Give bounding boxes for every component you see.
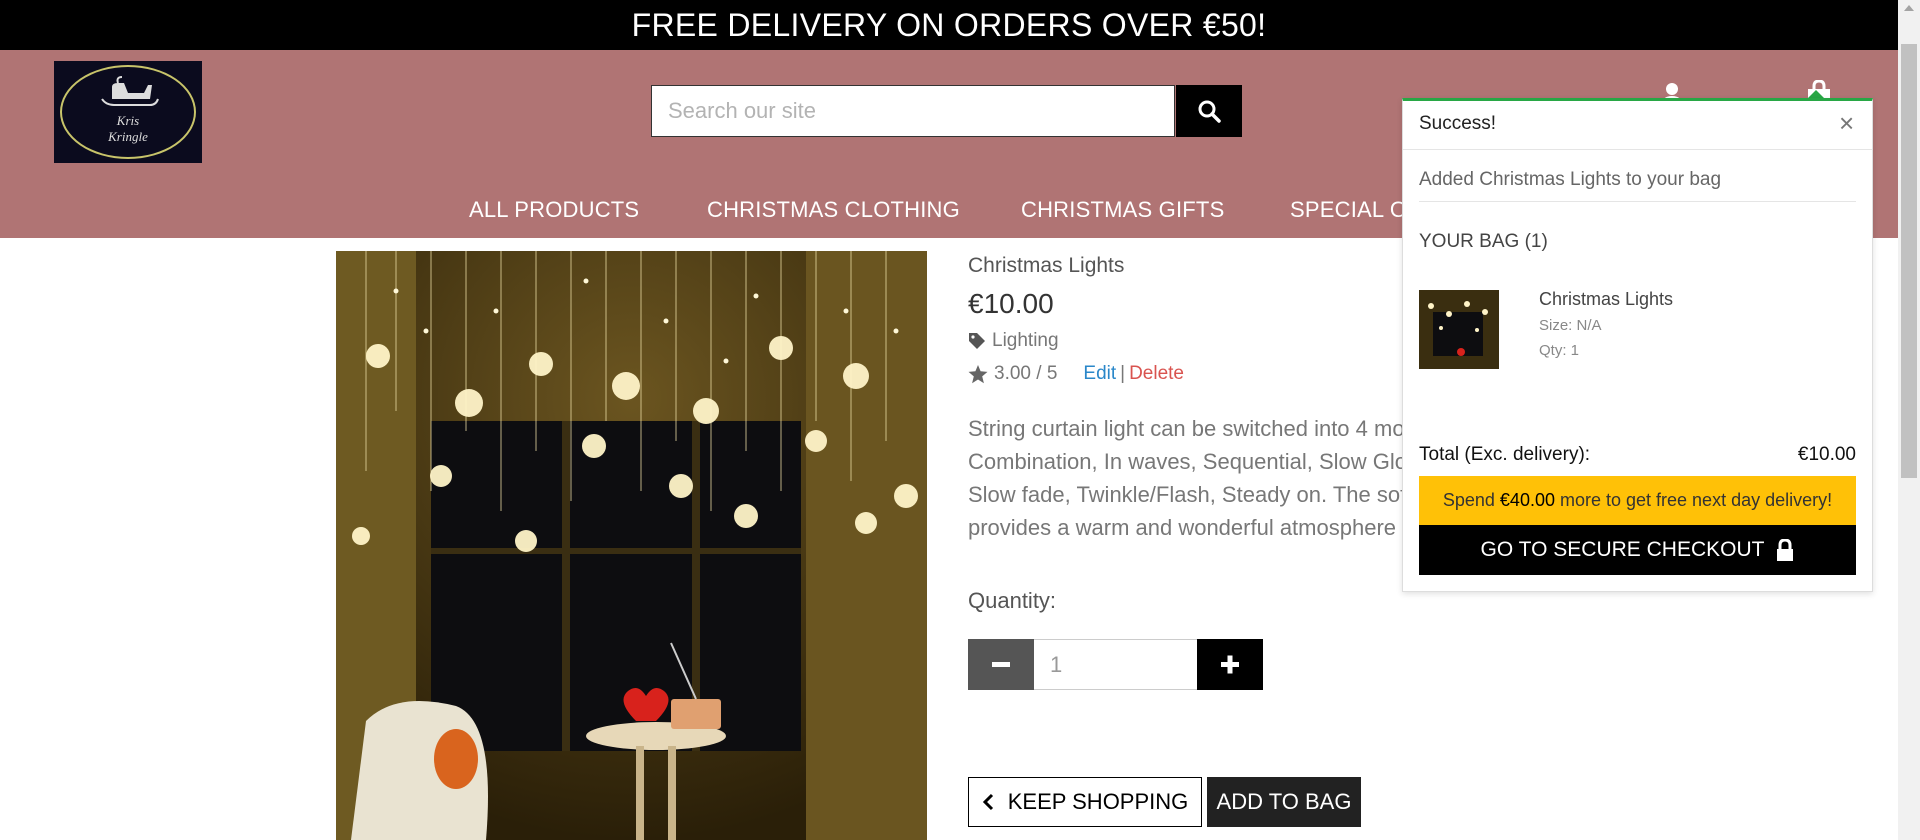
search-input[interactable] [652,86,1176,136]
product-category-label: Lighting [992,330,1059,351]
delivery-amount: €40.00 [1499,490,1555,510]
search-icon [1198,100,1221,123]
delivery-text-pre: Spend [1442,490,1495,510]
lock-icon [1777,539,1794,561]
link-separator: | [1120,363,1126,384]
free-delivery-banner: FREE DELIVERY ON ORDERS OVER €50! [0,0,1898,50]
free-delivery-notice: Spend €40.00 more to get free next day d… [1419,476,1856,525]
bag-item-thumbnail [1419,290,1499,369]
keep-shopping-label: KEEP SHOPPING [1007,789,1189,814]
scrollbar-thumb[interactable] [1901,44,1917,478]
keep-shopping-button[interactable]: KEEP SHOPPING [968,777,1202,827]
nav-item-christmas-clothing[interactable]: CHRISTMAS CLOTHING [707,190,960,230]
nav-item-all-products[interactable]: ALL PRODUCTS [469,190,639,230]
rating-value: 3.00 / 5 [994,363,1058,384]
scroll-up-arrow[interactable] [1904,5,1914,11]
bag-heading: YOUR BAG (1) [1419,231,1548,252]
chevron-left-icon [982,793,993,811]
decrement-quantity-button[interactable] [968,639,1034,690]
add-to-bag-button[interactable]: ADD TO BAG [1207,777,1361,827]
description-line: Combination, In waves, Sequential, Slow … [968,449,1428,474]
nav-item-christmas-gifts[interactable]: CHRISTMAS GIFTS [1021,190,1224,230]
quantity-label: Quantity: [968,588,1057,613]
description-line: provides a warm and wonderful atmosphere… [968,515,1421,540]
delete-product-link[interactable]: Delete [1129,363,1184,385]
secure-checkout-button[interactable]: GO TO SECURE CHECKOUT [1419,525,1856,575]
edit-product-link[interactable]: Edit [1083,363,1116,385]
logo-text-line2: Kringle [108,129,148,144]
site-logo[interactable]: Kris Kringle [54,61,202,163]
sleigh-icon [101,76,159,106]
search-button[interactable] [1176,85,1242,137]
toast-title: Success! [1419,113,1497,134]
tag-icon [969,333,985,349]
bag-item-name: Christmas Lights [1539,289,1674,309]
bag-item-size: Size: N/A [1539,317,1602,334]
success-toast: Success! × Added Christmas Lights to you… [1402,98,1873,592]
product-name: Christmas Lights [968,254,1125,277]
toast-message: Added Christmas Lights to your bag [1419,169,1856,202]
description-line: Slow fade, Twinkle/Flash, Steady on. The… [968,482,1435,507]
checkout-label: GO TO SECURE CHECKOUT [1480,538,1765,561]
close-icon[interactable]: × [1839,110,1854,136]
toast-header: Success! × [1403,101,1872,150]
minus-icon [992,662,1010,667]
product-rating: 3.00 / 5 Edit | Delete [968,363,1184,385]
bag-total-value: €10.00 [1797,444,1856,465]
logo-text-line1: Kris [116,113,140,128]
quantity-input[interactable] [1034,639,1197,690]
bag-item-qty: Qty: 1 [1539,342,1580,359]
product-description: String curtain light can be switched int… [968,412,1438,544]
product-image [336,251,927,840]
increment-quantity-button[interactable] [1197,639,1263,690]
plus-icon [1221,655,1239,674]
search-box [651,85,1176,137]
delivery-text-post: more to get free next day delivery! [1559,490,1833,510]
product-price: €10.00 [968,288,1054,319]
bag-total-label: Total (Exc. delivery): [1419,444,1591,465]
star-icon [968,364,988,383]
description-line: String curtain light can be switched int… [968,416,1417,441]
product-category[interactable]: Lighting [968,330,1059,352]
